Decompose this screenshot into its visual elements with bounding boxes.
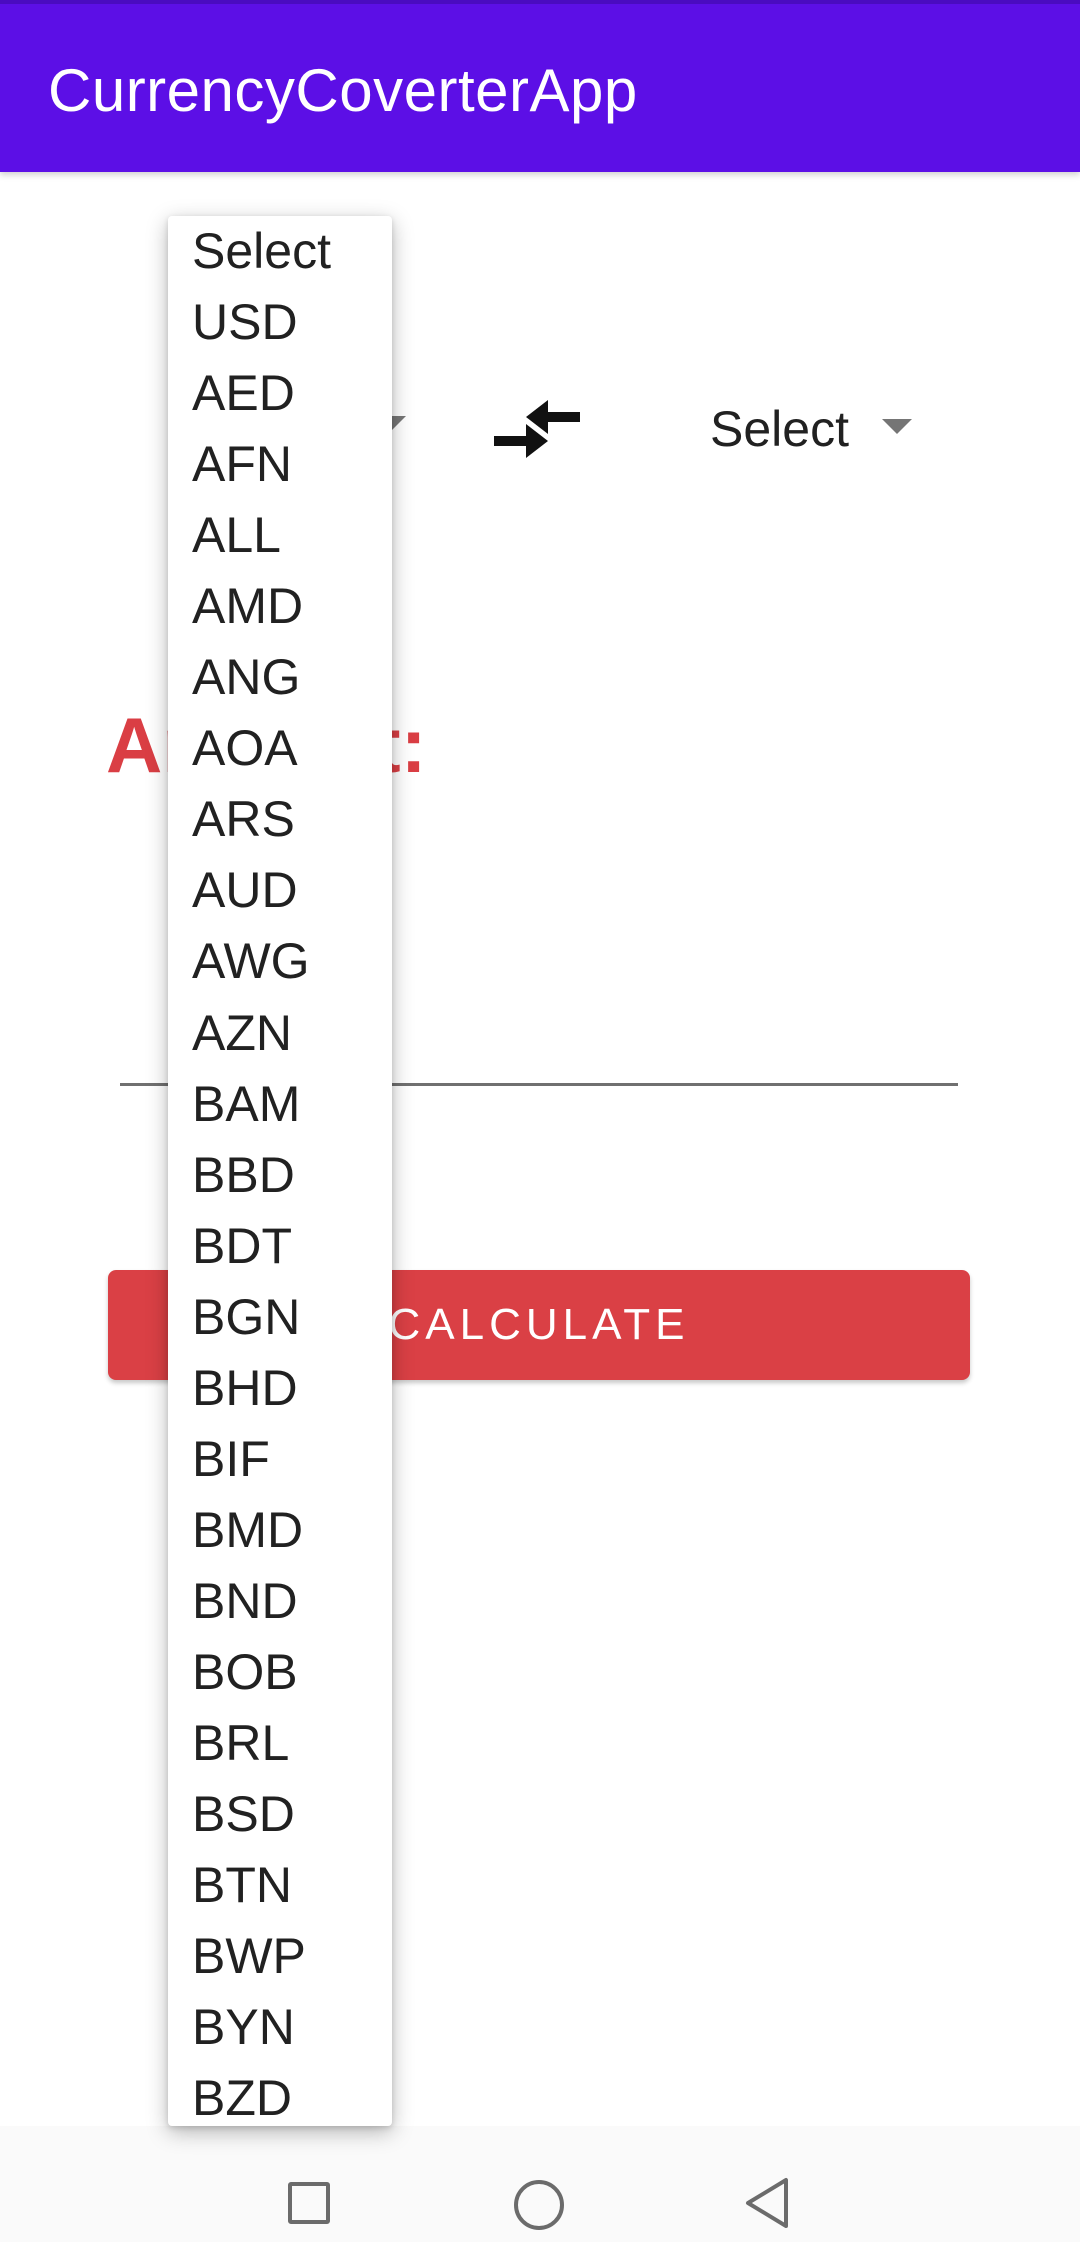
dropdown-option[interactable]: AFN (168, 429, 392, 500)
dropdown-option[interactable]: BBD (168, 1140, 392, 1211)
dropdown-option[interactable]: AWG (168, 926, 392, 997)
dropdown-option[interactable]: AZN (168, 998, 392, 1069)
back-icon[interactable] (742, 2176, 792, 2230)
dropdown-option[interactable]: BWP (168, 1921, 392, 1992)
to-currency-spinner[interactable]: Select (700, 396, 930, 462)
dropdown-option[interactable]: AMD (168, 571, 392, 642)
to-currency-selected: Select (710, 401, 849, 457)
dropdown-option[interactable]: BOB (168, 1637, 392, 1708)
dropdown-option[interactable]: BND (168, 1566, 392, 1637)
to-currency-dropdown-arrow-icon (882, 419, 912, 434)
dropdown-option[interactable]: BAM (168, 1069, 392, 1140)
app-bar: CurrencyCoverterApp (0, 0, 1080, 172)
dropdown-option[interactable]: BIF (168, 1424, 392, 1495)
system-nav-bar (0, 2126, 1080, 2242)
dropdown-option[interactable]: BSD (168, 1779, 392, 1850)
dropdown-option[interactable]: AUD (168, 855, 392, 926)
dropdown-option[interactable]: BRL (168, 1708, 392, 1779)
dropdown-option[interactable]: BMD (168, 1495, 392, 1566)
dropdown-option[interactable]: ARS (168, 784, 392, 855)
dropdown-option[interactable]: ANG (168, 642, 392, 713)
swap-arrows-icon[interactable] (488, 396, 586, 462)
dropdown-option[interactable]: BHD (168, 1353, 392, 1424)
dropdown-option[interactable]: BZD (168, 2063, 392, 2126)
app-title: CurrencyCoverterApp (48, 57, 638, 124)
recents-icon[interactable] (288, 2182, 330, 2224)
dropdown-option[interactable]: AOA (168, 713, 392, 784)
home-icon[interactable] (514, 2180, 564, 2230)
dropdown-option[interactable]: BGN (168, 1282, 392, 1353)
currency-dropdown-list[interactable]: Select USD AED AFN ALL AMD ANG AOA ARS AUD AWG AZN B… (168, 216, 392, 2126)
dropdown-option[interactable]: USD (168, 287, 392, 358)
dropdown-option[interactable]: BTN (168, 1850, 392, 1921)
dropdown-option[interactable]: Select (168, 216, 392, 287)
dropdown-option[interactable]: ALL (168, 500, 392, 571)
dropdown-option[interactable]: AED (168, 358, 392, 429)
dropdown-option[interactable]: BDT (168, 1211, 392, 1282)
dropdown-option[interactable]: BYN (168, 1992, 392, 2063)
